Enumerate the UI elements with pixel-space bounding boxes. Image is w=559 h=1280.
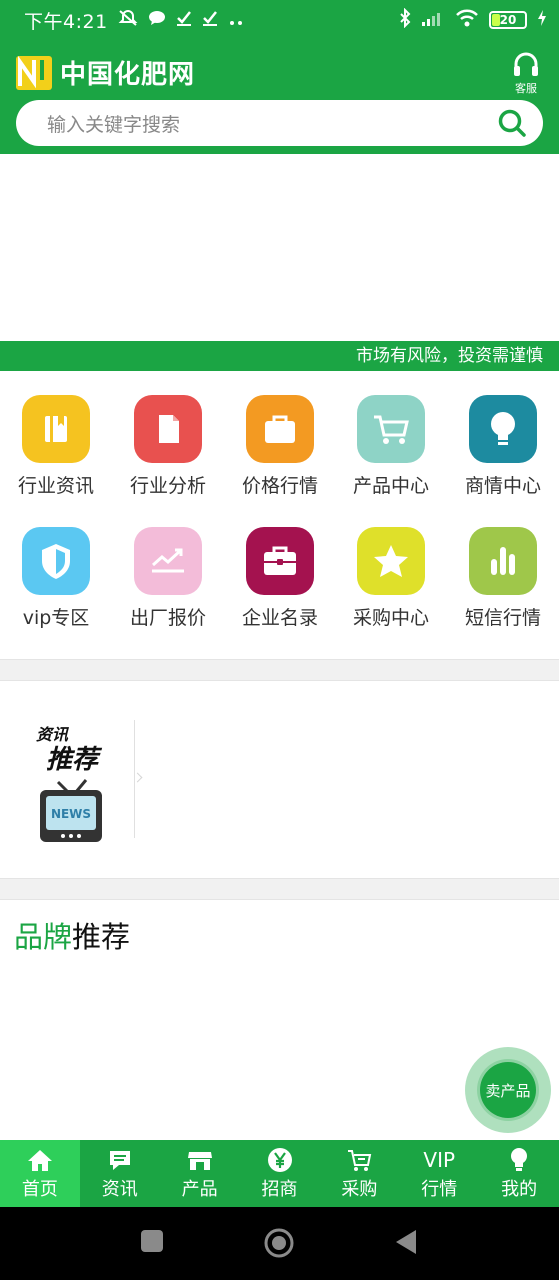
tab-purchase[interactable]: 采购 bbox=[319, 1140, 399, 1207]
store-icon bbox=[187, 1147, 213, 1173]
grid-item-business-center[interactable]: 商情中心 bbox=[447, 395, 559, 498]
grid-item-label: 行业资讯 bbox=[17, 475, 94, 497]
brand-recommend-title: 品牌推荐 bbox=[14, 914, 130, 956]
shield-icon bbox=[22, 527, 90, 595]
cart-icon bbox=[357, 395, 425, 463]
tab-label: 采购 bbox=[341, 1178, 378, 1200]
portfolio-icon bbox=[246, 527, 314, 595]
back-icon[interactable] bbox=[394, 1229, 418, 1259]
logo[interactable]: 中国化肥网 bbox=[16, 54, 195, 91]
grid-item-sms-quotes[interactable]: 短信行情 bbox=[447, 527, 559, 630]
logo-text: 中国化肥网 bbox=[60, 60, 196, 90]
tab-label: 产品 bbox=[181, 1178, 218, 1200]
grid-item-label: 产品中心 bbox=[352, 475, 429, 497]
book-icon bbox=[22, 395, 90, 463]
check-icon bbox=[176, 10, 192, 31]
bottom-tab-bar: 首页 资讯 产品 招商 采购 VIP 行情 我的 bbox=[0, 1140, 559, 1207]
news-recommend-image[interactable]: 资讯 推荐 NEWS bbox=[28, 720, 114, 844]
home-circle-icon[interactable] bbox=[263, 1227, 295, 1263]
tab-label: 招商 bbox=[261, 1178, 298, 1200]
grid-item-industry-news[interactable]: 行业资讯 bbox=[0, 395, 112, 498]
message-icon bbox=[107, 1147, 133, 1173]
tab-label: 行情 bbox=[421, 1178, 458, 1200]
search-input[interactable]: 输入关键字搜索 bbox=[47, 110, 497, 137]
header: 中国化肥网 客服 输入关键字搜索 bbox=[0, 40, 559, 154]
grid-item-industry-analysis[interactable]: 行业分析 bbox=[112, 395, 224, 498]
tab-mine[interactable]: 我的 bbox=[479, 1140, 559, 1207]
battery-icon: 20 bbox=[489, 11, 527, 29]
mute-icon bbox=[118, 9, 138, 32]
section-divider bbox=[0, 878, 559, 900]
grid-item-label: 出厂报价 bbox=[129, 607, 206, 629]
bluetooth-icon bbox=[399, 7, 411, 33]
news-image-line2: 推荐 bbox=[46, 745, 103, 775]
grid-item-label: 行业分析 bbox=[129, 475, 206, 497]
grid-item-label: 企业名录 bbox=[241, 607, 318, 629]
category-grid: 行业资讯 行业分析 价格行情 产品中心 商情中心 vip专区 出厂报价 企业名录… bbox=[0, 371, 559, 659]
tab-products[interactable]: 产品 bbox=[160, 1140, 240, 1207]
wifi-icon bbox=[455, 9, 479, 32]
search-bar[interactable]: 输入关键字搜索 bbox=[16, 100, 543, 146]
banner[interactable] bbox=[0, 154, 559, 341]
tab-label: 我的 bbox=[501, 1178, 538, 1200]
vip-icon: VIP bbox=[423, 1147, 456, 1172]
news-image-line1: 资讯 bbox=[36, 725, 70, 744]
tab-investment[interactable]: 招商 bbox=[240, 1140, 320, 1207]
grid-item-label: 商情中心 bbox=[464, 475, 541, 497]
grid-item-company-directory[interactable]: 企业名录 bbox=[224, 527, 336, 630]
star-icon bbox=[357, 527, 425, 595]
signal-icon bbox=[421, 10, 445, 31]
check-icon bbox=[202, 10, 218, 31]
lightbulb-icon bbox=[509, 1147, 529, 1173]
sell-product-label: 卖产品 bbox=[477, 1059, 539, 1121]
system-navigation-bar bbox=[0, 1207, 559, 1280]
more-icon bbox=[228, 10, 244, 31]
section-divider bbox=[0, 659, 559, 681]
risk-notice: 市场有风险，投资需谨慎 bbox=[0, 341, 559, 371]
recent-apps-icon[interactable] bbox=[140, 1229, 164, 1257]
grid-item-factory-quotes[interactable]: 出厂报价 bbox=[112, 527, 224, 630]
grid-item-product-center[interactable]: 产品中心 bbox=[335, 395, 447, 498]
bar-chart-icon bbox=[469, 527, 537, 595]
lightbulb-icon bbox=[469, 395, 537, 463]
trend-chart-icon bbox=[134, 527, 202, 595]
grid-item-label: 价格行情 bbox=[241, 475, 318, 497]
document-icon bbox=[134, 395, 202, 463]
logo-mark-icon bbox=[16, 55, 52, 90]
sell-product-button[interactable]: 卖产品 bbox=[465, 1047, 551, 1133]
tab-label: 资讯 bbox=[101, 1178, 138, 1200]
grid-item-label: vip专区 bbox=[22, 607, 90, 629]
service-label: 客服 bbox=[515, 82, 537, 95]
tab-market[interactable]: VIP 行情 bbox=[399, 1140, 479, 1207]
grid-item-price-quotes[interactable]: 价格行情 bbox=[224, 395, 336, 498]
status-bar: 下午4:21 20 bbox=[0, 0, 559, 40]
customer-service-button[interactable]: 客服 bbox=[509, 52, 543, 96]
tab-home[interactable]: 首页 bbox=[0, 1140, 80, 1207]
grid-item-vip-zone[interactable]: vip专区 bbox=[0, 527, 112, 630]
news-image-tv-text: NEWS bbox=[51, 807, 91, 821]
tab-label: 首页 bbox=[21, 1178, 58, 1200]
cart-icon bbox=[346, 1147, 372, 1173]
brand-title-black: 推荐 bbox=[72, 920, 131, 954]
briefcase-icon bbox=[246, 395, 314, 463]
news-divider bbox=[134, 720, 135, 838]
grid-item-label: 短信行情 bbox=[464, 607, 541, 629]
status-time: 下午4:21 bbox=[24, 10, 108, 33]
grid-item-label: 采购中心 bbox=[352, 607, 429, 629]
charging-icon bbox=[537, 9, 547, 31]
news-recommend-section: 资讯 推荐 NEWS bbox=[0, 682, 559, 878]
tab-news[interactable]: 资讯 bbox=[80, 1140, 160, 1207]
search-icon[interactable] bbox=[497, 108, 527, 138]
home-icon bbox=[27, 1147, 53, 1173]
chat-bubble-icon bbox=[148, 10, 166, 31]
yen-icon bbox=[267, 1147, 293, 1173]
brand-title-green: 品牌 bbox=[14, 920, 73, 954]
grid-item-purchase-center[interactable]: 采购中心 bbox=[335, 527, 447, 630]
